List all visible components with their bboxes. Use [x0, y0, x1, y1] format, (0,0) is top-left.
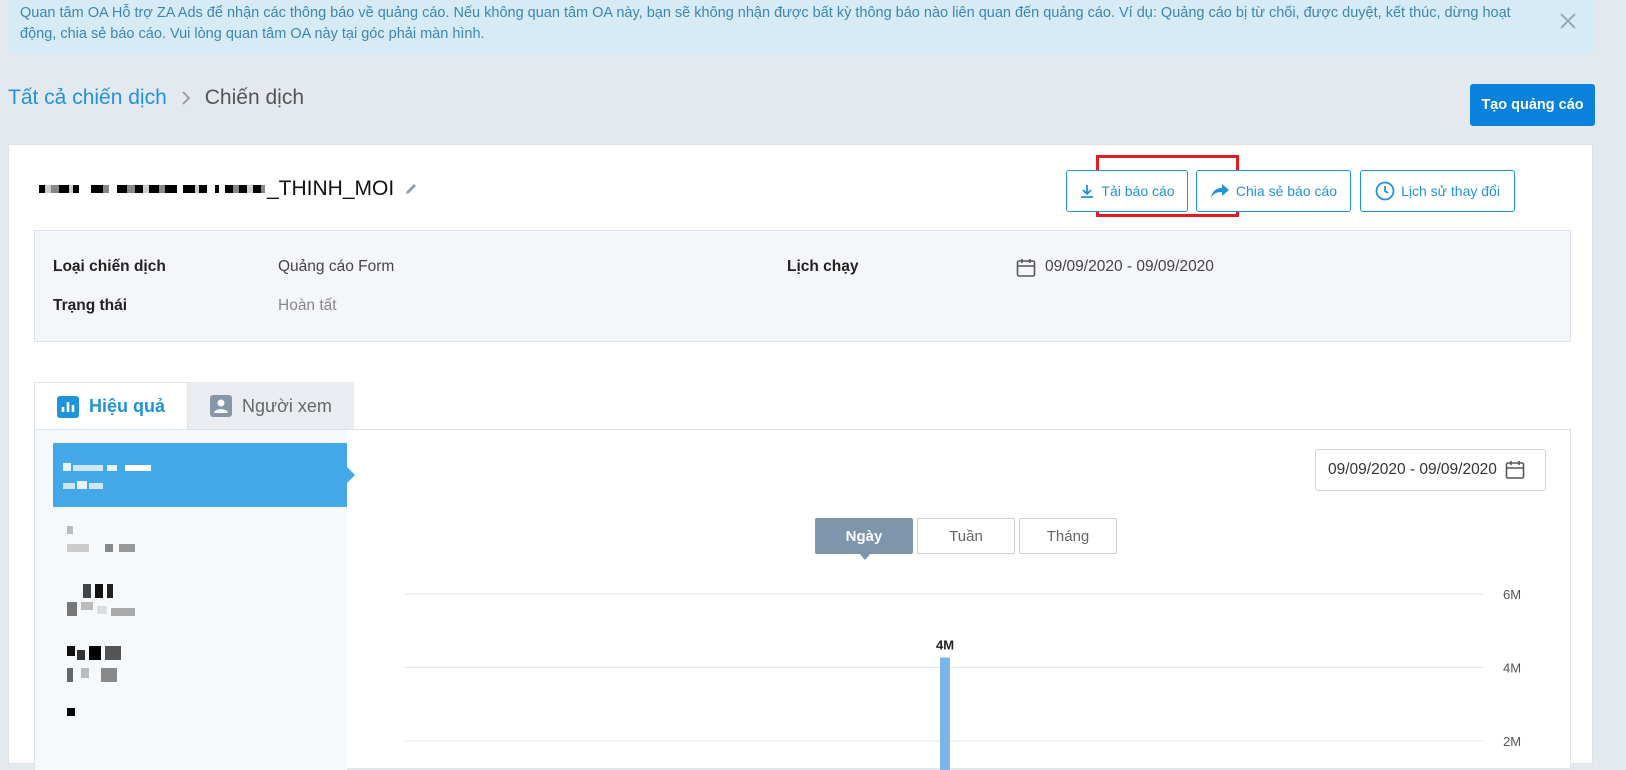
- campaign-type-label: Loại chiến dịch: [53, 258, 166, 276]
- tab-performance[interactable]: Hiệu quả: [34, 382, 188, 430]
- status-value: Hoàn tất: [278, 297, 337, 315]
- metric-item-selected[interactable]: [53, 443, 347, 507]
- date-range-picker[interactable]: 09/09/2020 - 09/09/2020: [1315, 449, 1546, 491]
- redacted-metric-text: [63, 457, 183, 497]
- campaign-name-suffix: _THINH_MOI: [267, 177, 394, 201]
- campaign-title: _THINH_MOI: [39, 177, 418, 201]
- campaign-type-value: Quảng cáo Form: [278, 258, 394, 276]
- bar-chart-icon: [57, 396, 79, 418]
- redacted-metric-text: [67, 646, 187, 686]
- metric-item[interactable]: [55, 640, 347, 690]
- redacted-campaign-name: [39, 178, 265, 200]
- date-range-value: 09/09/2020 - 09/09/2020: [1328, 461, 1497, 479]
- chart-bar[interactable]: [940, 658, 950, 770]
- change-history-button[interactable]: Lịch sử thay đổi: [1360, 170, 1515, 212]
- redacted-metric-text: [67, 708, 187, 748]
- breadcrumb-all-campaigns[interactable]: Tất cả chiến dịch: [8, 86, 167, 110]
- metric-list: [35, 430, 347, 770]
- clock-icon: [1375, 181, 1395, 201]
- share-icon: [1210, 183, 1230, 199]
- schedule-value: 09/09/2020 - 09/09/2020: [1045, 258, 1214, 276]
- tab-viewers-label: Người xem: [242, 396, 332, 417]
- users-icon: [210, 395, 232, 417]
- campaign-card: _THINH_MOI Tải báo cáo Chia sẻ báo cáo L…: [8, 144, 1593, 764]
- metric-item[interactable]: [55, 702, 347, 752]
- pencil-icon[interactable]: [404, 182, 418, 196]
- granularity-month-button[interactable]: Tháng: [1019, 518, 1117, 554]
- status-label: Trạng thái: [53, 297, 127, 315]
- calendar-icon: [1016, 258, 1036, 278]
- notice-text: Quan tâm OA Hỗ trợ ZA Ads để nhận các th…: [20, 5, 1511, 42]
- close-icon[interactable]: [1557, 10, 1579, 32]
- create-ad-button[interactable]: Tạo quảng cáo: [1470, 84, 1595, 126]
- chevron-right-icon: [179, 91, 193, 105]
- share-report-label: Chia sẻ báo cáo: [1236, 183, 1337, 199]
- campaign-info-panel: Loại chiến dịch Quảng cáo Form Trạng thá…: [34, 230, 1571, 342]
- performance-panel: 09/09/2020 - 09/09/2020 Ngày Tuần Tháng …: [34, 429, 1571, 769]
- report-tabs: Hiệu quả Người xem: [34, 382, 354, 430]
- schedule-label: Lịch chạy: [787, 258, 859, 276]
- bar-data-label: 4M: [936, 638, 954, 653]
- breadcrumb-current: Chiến dịch: [205, 86, 304, 110]
- download-icon: [1079, 183, 1095, 199]
- metric-item[interactable]: [55, 578, 347, 628]
- granularity-day-button[interactable]: Ngày: [815, 518, 913, 554]
- oa-notice-banner: Quan tâm OA Hỗ trợ ZA Ads để nhận các th…: [8, 0, 1593, 54]
- change-history-label: Lịch sử thay đổi: [1401, 183, 1500, 199]
- breadcrumb: Tất cả chiến dịch Chiến dịch: [8, 86, 304, 110]
- metric-item[interactable]: [55, 520, 347, 570]
- download-report-button[interactable]: Tải báo cáo: [1066, 170, 1188, 212]
- tab-viewers[interactable]: Người xem: [188, 382, 354, 430]
- redacted-metric-text: [67, 526, 187, 566]
- y-tick-label: 4M: [1503, 661, 1521, 676]
- share-report-button[interactable]: Chia sẻ báo cáo: [1196, 170, 1351, 212]
- granularity-week-button[interactable]: Tuần: [917, 518, 1015, 554]
- y-tick-label: 6M: [1503, 587, 1521, 602]
- tab-performance-label: Hiệu quả: [89, 396, 165, 417]
- performance-chart: 6M4M2M4M: [375, 570, 1565, 770]
- download-report-label: Tải báo cáo: [1101, 183, 1174, 199]
- calendar-icon: [1505, 460, 1525, 480]
- redacted-metric-text: [67, 584, 187, 624]
